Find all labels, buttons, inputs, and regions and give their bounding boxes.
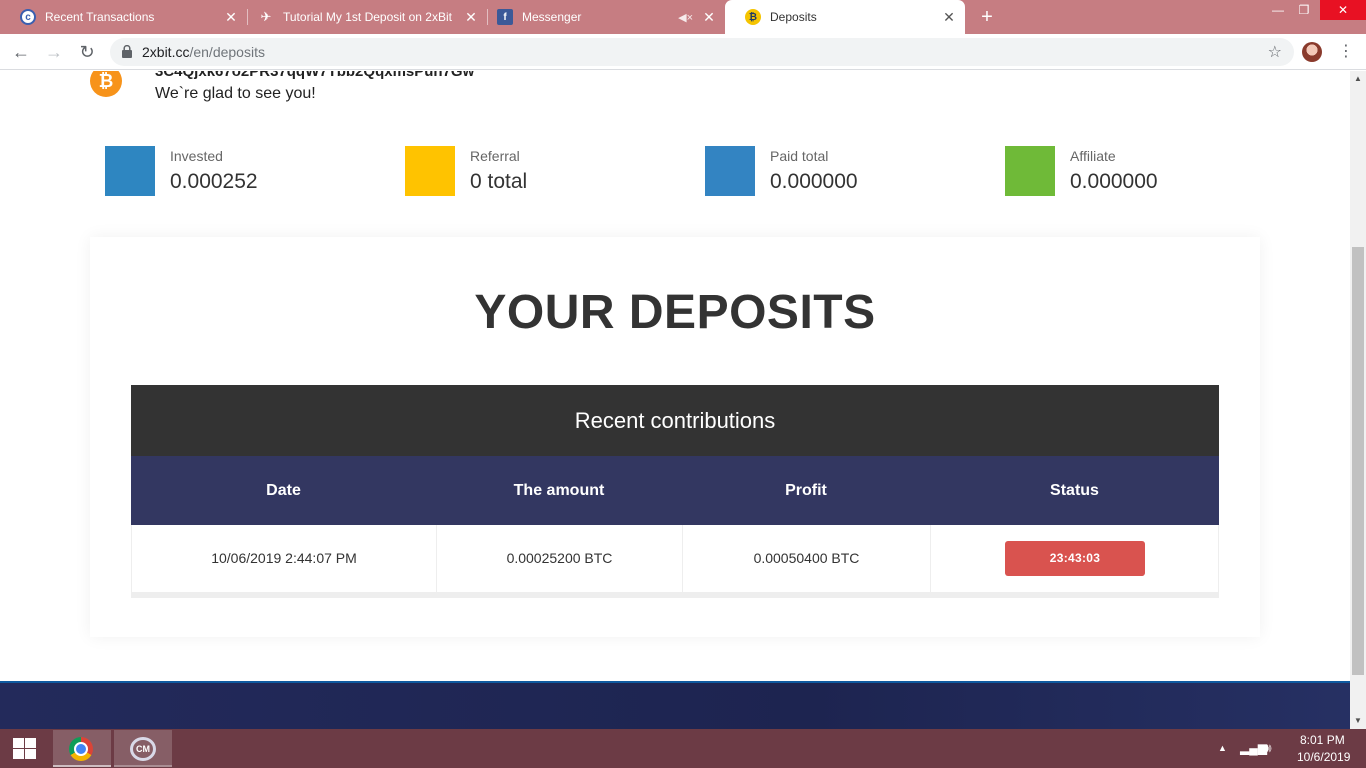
windows-taskbar: CM ▲ ▂▄▆ 🔊︎ 8:01 PM 10/6/2019 bbox=[0, 729, 1366, 768]
tab-tutorial[interactable]: ✈ Tutorial My 1st Deposit on 2xBit ✕ bbox=[238, 0, 487, 34]
wallet-address: 3C4Qjxk67o2PR37qqW7Tbb2QqxmsPun7Gw bbox=[155, 71, 475, 80]
table-caption: Recent contributions bbox=[131, 385, 1219, 456]
column-header-status: Status bbox=[1050, 482, 1099, 499]
windows-logo-pane bbox=[25, 749, 36, 759]
cell-status: 23:43:03 bbox=[931, 525, 1218, 593]
stat-label: Invested bbox=[170, 148, 223, 164]
volume-icon[interactable]: 🔊︎ bbox=[1264, 741, 1272, 756]
page-content: ₿ 3C4Qjxk67o2PR37qqW7Tbb2QqxmsPun7Gw We`… bbox=[0, 71, 1350, 729]
coin-c-icon: c bbox=[20, 9, 36, 25]
taskbar-chrome[interactable] bbox=[53, 730, 111, 767]
welcome-message: We`re glad to see you! bbox=[155, 85, 316, 102]
url-text: 2xbit.cc/en/deposits bbox=[142, 44, 265, 60]
referral-swatch bbox=[405, 146, 455, 196]
page-title: YOUR DEPOSITS bbox=[474, 286, 876, 339]
column-header-profit: Profit bbox=[785, 482, 827, 499]
deposits-card: YOUR DEPOSITS Recent contributions Date … bbox=[90, 237, 1260, 637]
tab-recent-transactions[interactable]: c Recent Transactions ✕ bbox=[0, 0, 247, 34]
bird-icon: ✈ bbox=[260, 9, 272, 24]
2xbit-icon: ₿ bbox=[745, 9, 761, 25]
reload-icon[interactable]: ↻ bbox=[75, 40, 99, 64]
site-footer bbox=[0, 681, 1350, 729]
restore-button[interactable]: ❐ bbox=[1290, 0, 1318, 20]
forward-arrow-icon[interactable]: → bbox=[42, 40, 66, 64]
clock-date[interactable]: 10/6/2019 bbox=[1297, 750, 1350, 764]
windows-logo-icon bbox=[13, 738, 24, 748]
address-bar[interactable]: 2xbit.cc/en/deposits ☆ bbox=[110, 38, 1294, 66]
windows-start-button[interactable] bbox=[0, 729, 50, 768]
stat-label: Affiliate bbox=[1070, 148, 1116, 164]
taskbar-cm-app[interactable]: CM bbox=[114, 730, 172, 767]
tab-title: Messenger bbox=[522, 10, 582, 24]
stat-value: 0.000000 bbox=[770, 170, 858, 193]
stat-value: 0.000252 bbox=[170, 170, 258, 193]
facebook-icon: f bbox=[497, 9, 513, 25]
tab-deposits[interactable]: ₿ Deposits ✕ bbox=[725, 0, 965, 34]
stat-value: 0.000000 bbox=[1070, 170, 1158, 193]
url-host: 2xbit.cc bbox=[142, 44, 190, 60]
muted-speaker-icon[interactable]: ◀× bbox=[678, 11, 693, 24]
clock-time[interactable]: 8:01 PM bbox=[1300, 733, 1345, 747]
network-signal-icon[interactable]: ▂▄▆ bbox=[1240, 741, 1267, 755]
affiliate-swatch bbox=[1005, 146, 1055, 196]
menu-dots-icon[interactable]: ⋮ bbox=[1336, 40, 1356, 64]
cell-profit: 0.00050400 BTC bbox=[683, 525, 931, 593]
chrome-icon bbox=[69, 737, 93, 761]
browser-tab-strip: c Recent Transactions ✕ ✈ Tutorial My 1s… bbox=[0, 0, 1366, 34]
tab-title: Recent Transactions bbox=[45, 10, 155, 24]
status-countdown-badge: 23:43:03 bbox=[1005, 541, 1145, 576]
cell-amount: 0.00025200 BTC bbox=[437, 525, 683, 593]
tab-title: Tutorial My 1st Deposit on 2xBit bbox=[283, 10, 452, 24]
tab-title: Deposits bbox=[770, 10, 817, 24]
stat-value: 0 total bbox=[470, 170, 528, 193]
stat-label: Paid total bbox=[770, 148, 829, 164]
bitcoin-icon: ₿ bbox=[90, 71, 122, 97]
cell-date: 10/06/2019 2:44:07 PM bbox=[132, 525, 437, 593]
stat-label: Referral bbox=[470, 148, 520, 164]
table-row: 10/06/2019 2:44:07 PM 0.00025200 BTC 0.0… bbox=[131, 525, 1219, 593]
minimize-button[interactable]: — bbox=[1264, 0, 1292, 20]
windows-logo-pane bbox=[13, 749, 24, 759]
window-close-button[interactable]: ✕ bbox=[1320, 0, 1366, 20]
scroll-down-arrow-icon[interactable]: ▼ bbox=[1350, 713, 1366, 729]
cm-app-icon: CM bbox=[130, 737, 156, 761]
column-header-amount: The amount bbox=[513, 482, 605, 499]
tab-close-icon[interactable]: ✕ bbox=[941, 9, 957, 25]
bookmark-star-icon[interactable]: ☆ bbox=[1268, 42, 1282, 62]
lock-icon bbox=[122, 45, 132, 58]
tab-close-icon[interactable]: ✕ bbox=[223, 9, 239, 25]
tab-close-icon[interactable]: ✕ bbox=[701, 9, 717, 25]
page-scrollbar[interactable]: ▲ ▼ bbox=[1350, 71, 1366, 729]
windows-logo-pane bbox=[25, 738, 36, 748]
scroll-up-arrow-icon[interactable]: ▲ bbox=[1350, 71, 1366, 87]
show-hidden-icons-icon[interactable]: ▲ bbox=[1218, 743, 1227, 753]
column-header-date: Date bbox=[266, 482, 301, 499]
scrollbar-thumb[interactable] bbox=[1352, 247, 1364, 675]
invested-swatch bbox=[105, 146, 155, 196]
paid-total-swatch bbox=[705, 146, 755, 196]
browser-toolbar: ← → ↻ 2xbit.cc/en/deposits ☆ ⋮ bbox=[0, 34, 1366, 70]
profile-avatar[interactable] bbox=[1302, 42, 1322, 62]
tab-messenger[interactable]: f Messenger ◀× ✕ bbox=[477, 0, 725, 34]
table-bottom-border bbox=[131, 592, 1219, 598]
new-tab-button[interactable]: + bbox=[976, 6, 998, 28]
back-arrow-icon[interactable]: ← bbox=[9, 40, 33, 64]
table-header: Date The amount Profit Status bbox=[131, 456, 1219, 525]
url-path: /en/deposits bbox=[189, 44, 265, 60]
